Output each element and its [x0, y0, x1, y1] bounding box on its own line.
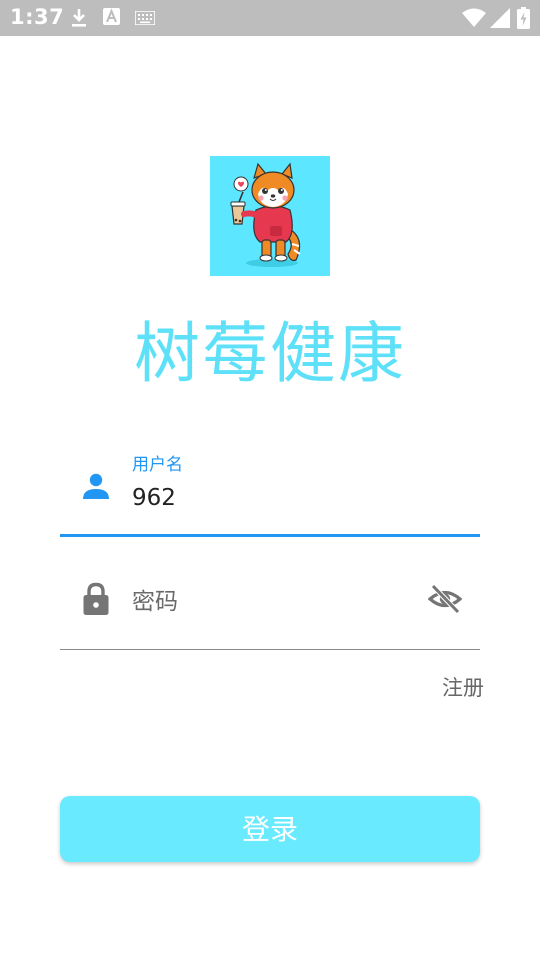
register-link[interactable]: 注册 — [442, 672, 484, 702]
username-label: 用户名 — [132, 455, 183, 475]
eye-off-icon[interactable] — [428, 584, 462, 614]
app-logo — [210, 156, 330, 276]
download-icon — [72, 9, 86, 27]
person-icon — [83, 473, 109, 499]
username-underline — [60, 534, 480, 537]
keyboard-icon — [135, 11, 155, 25]
shiba-dog-mascot-logo — [230, 162, 301, 267]
username-field[interactable]: 用户名 962 — [60, 440, 480, 537]
password-underline — [60, 649, 480, 650]
login-button[interactable]: 登录 — [60, 796, 480, 862]
a-badge-icon — [103, 8, 120, 25]
signal-icon — [490, 8, 510, 28]
battery-charging-icon — [517, 7, 530, 29]
status-time: 1:37 — [10, 5, 65, 29]
username-input[interactable]: 962 — [132, 485, 176, 511]
status-bar: 1:37 — [0, 0, 540, 36]
lock-icon — [83, 582, 109, 615]
app-title: 树莓健康 — [134, 315, 406, 392]
password-field[interactable]: 密码 — [60, 560, 480, 650]
wifi-icon — [462, 8, 486, 27]
password-input[interactable]: 密码 — [132, 582, 178, 616]
